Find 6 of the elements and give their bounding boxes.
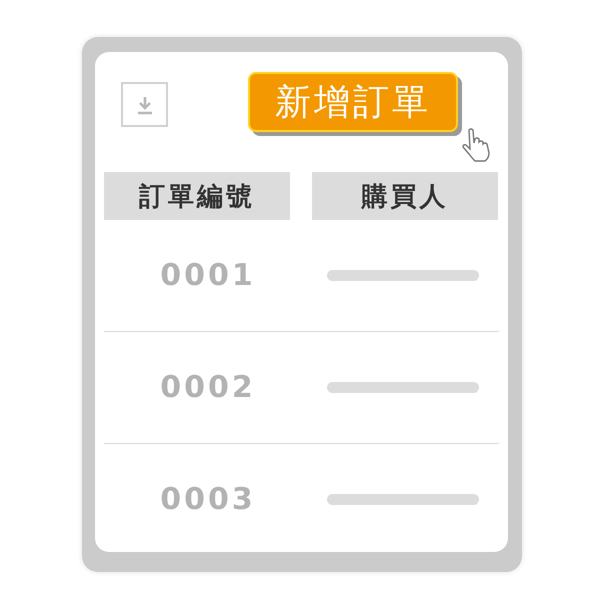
download-button[interactable] [121,82,168,127]
column-header: 購買人 [312,172,498,220]
column-header: 訂單編號 [104,172,290,220]
order-number: 0001 [160,258,256,293]
order-number: 0002 [160,370,256,405]
order-number: 0003 [160,482,256,517]
